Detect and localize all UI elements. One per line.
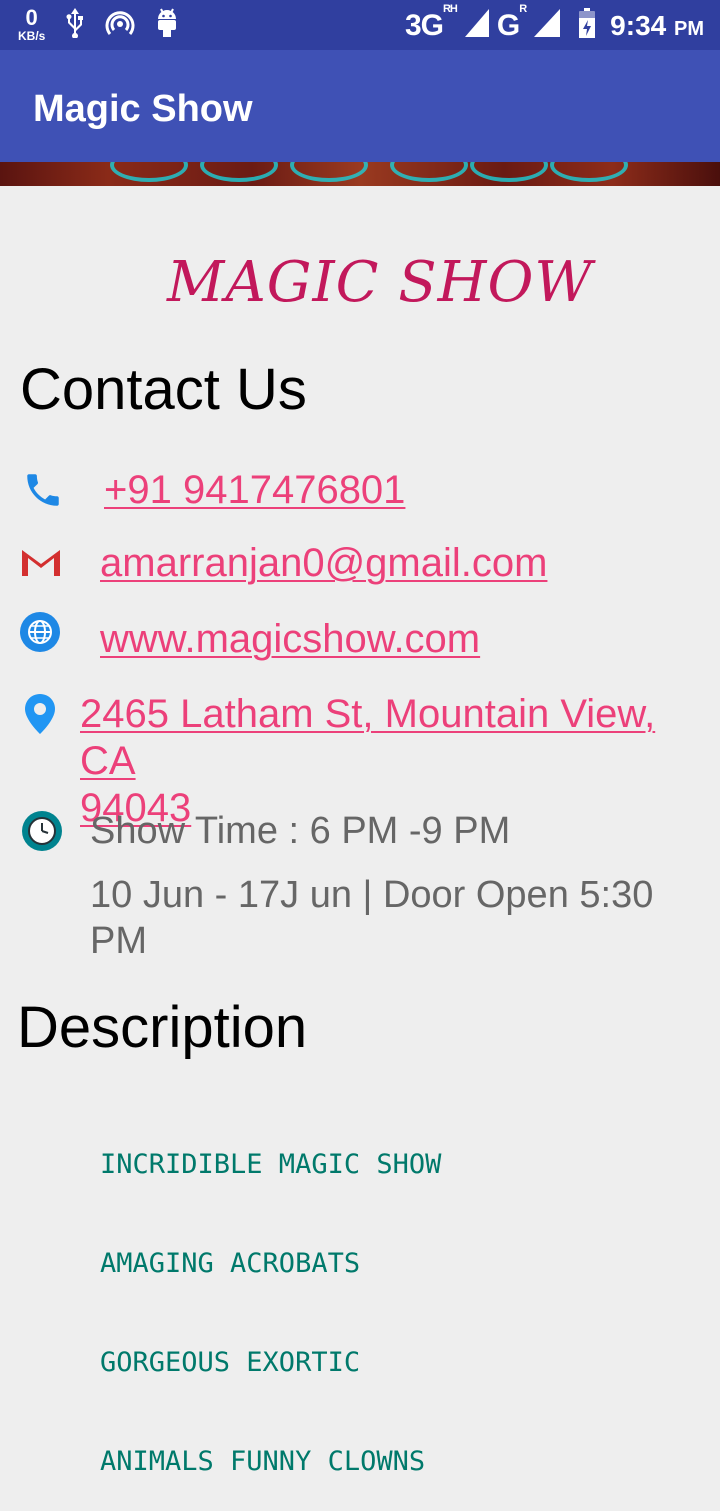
description-heading: Description bbox=[17, 995, 308, 1060]
network-type-3g-label: 3G bbox=[404, 8, 444, 42]
address-line-1: 2465 Latham St, Mountain View, CA bbox=[80, 692, 656, 783]
clock-time: 9:34 bbox=[610, 9, 667, 41]
clock-ampm: PM bbox=[674, 17, 704, 40]
network-type-g-label: G bbox=[496, 8, 520, 42]
app-title: Magic Show bbox=[33, 88, 253, 130]
email-link[interactable]: amarranjan0@gmail.com bbox=[100, 541, 547, 586]
status-bar: 0 KB/s 3GRH GR 9:34 PM bbox=[0, 0, 720, 50]
website-link[interactable]: www.magicshow.com bbox=[100, 617, 480, 662]
description-line: ANIMALS FUNNY CLOWNS bbox=[100, 1446, 426, 1477]
network-type-3g: 3GRH bbox=[404, 3, 458, 43]
banner-image bbox=[0, 162, 720, 186]
phone-link[interactable]: +91 9417476801 bbox=[104, 468, 405, 513]
hotspot-icon bbox=[105, 7, 135, 42]
clock-icon bbox=[22, 811, 62, 856]
app-bar: Magic Show bbox=[0, 50, 720, 162]
show-time: Show Time : 6 PM -9 PM bbox=[90, 810, 511, 852]
show-dates-line-1: 10 Jun - 17J un | Door Open 5:30 bbox=[90, 874, 654, 916]
clock: 9:34 PM bbox=[610, 10, 704, 42]
location-pin-icon bbox=[24, 694, 56, 739]
network-type-g: GR bbox=[496, 3, 527, 43]
network-speed: 0 KB/s bbox=[18, 5, 46, 43]
brand-title: MAGIC SHOW bbox=[167, 250, 593, 315]
android-icon bbox=[155, 6, 179, 43]
show-dates-line-2: PM bbox=[90, 920, 147, 962]
gmail-icon bbox=[20, 546, 62, 583]
battery-icon bbox=[578, 8, 596, 43]
network-speed-unit: KB/s bbox=[18, 29, 46, 43]
network-speed-value: 0 bbox=[25, 5, 38, 30]
globe-icon bbox=[20, 612, 60, 657]
description-line: GORGEOUS EXORTIC bbox=[100, 1347, 361, 1378]
signal-icon bbox=[464, 9, 489, 42]
description-line: AMAGING ACROBATS bbox=[100, 1248, 361, 1279]
usb-icon bbox=[65, 6, 85, 43]
network-type-g-sup: R bbox=[519, 2, 527, 15]
contact-heading: Contact Us bbox=[20, 357, 307, 422]
description-text: INCRIDIBLE MAGIC SHOW AMAGING ACROBATS G… bbox=[100, 1082, 441, 1511]
signal-icon bbox=[534, 9, 561, 42]
network-type-3g-sup: RH bbox=[442, 2, 458, 15]
phone-icon bbox=[22, 469, 64, 516]
description-line: INCRIDIBLE MAGIC SHOW bbox=[100, 1149, 442, 1180]
show-dates: 10 Jun - 17J un | Door Open 5:30 PM bbox=[90, 872, 653, 964]
